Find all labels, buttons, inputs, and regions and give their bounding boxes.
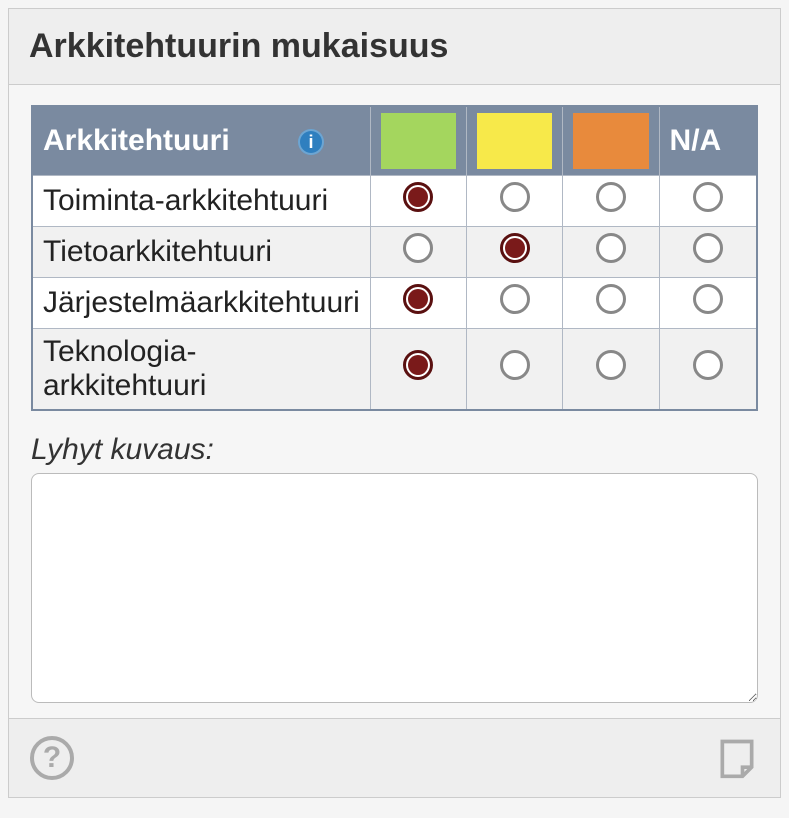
radio-yellow[interactable] — [500, 350, 530, 380]
column-header-yellow — [467, 106, 563, 176]
note-button[interactable] — [714, 735, 760, 781]
yellow-swatch — [477, 113, 552, 169]
orange-swatch — [573, 113, 648, 169]
radio-cell — [563, 278, 659, 329]
radio-cell — [467, 278, 563, 329]
row-label: Tietoarkkitehtuuri — [32, 227, 370, 278]
info-icon[interactable]: i — [298, 129, 324, 155]
row-label: Teknologia-arkkitehtuuri — [32, 329, 370, 411]
column-header-label: Arkkitehtuuri — [43, 124, 230, 157]
column-header-orange — [563, 106, 659, 176]
radio-cell — [659, 227, 757, 278]
column-header-green — [370, 106, 466, 176]
radio-na[interactable] — [693, 182, 723, 212]
radio-green[interactable] — [403, 233, 433, 263]
panel-body: Arkkitehtuuri i N/A Toiminta-arkk — [9, 84, 780, 718]
radio-yellow[interactable] — [500, 284, 530, 314]
help-button[interactable]: ? — [29, 735, 75, 781]
radio-cell — [659, 278, 757, 329]
help-icon: ? — [30, 736, 74, 780]
table-row: Toiminta-arkkitehtuuri — [32, 176, 757, 227]
radio-cell — [659, 176, 757, 227]
description-label: Lyhyt kuvaus: — [31, 433, 758, 467]
row-label: Toiminta-arkkitehtuuri — [32, 176, 370, 227]
row-label: Järjestelmäarkkitehtuuri — [32, 278, 370, 329]
column-header-na: N/A — [659, 106, 757, 176]
note-icon — [715, 736, 759, 780]
radio-na[interactable] — [693, 350, 723, 380]
radio-cell — [370, 227, 466, 278]
radio-na[interactable] — [693, 233, 723, 263]
description-textarea[interactable] — [31, 473, 758, 703]
panel-footer: ? — [9, 718, 780, 797]
radio-cell — [467, 329, 563, 411]
radio-cell — [370, 176, 466, 227]
radio-cell — [563, 329, 659, 411]
column-header-architecture: Arkkitehtuuri i — [32, 106, 370, 176]
radio-orange[interactable] — [596, 284, 626, 314]
table-row: Tietoarkkitehtuuri — [32, 227, 757, 278]
radio-cell — [370, 329, 466, 411]
radio-green[interactable] — [403, 182, 433, 212]
radio-cell — [467, 227, 563, 278]
radio-na[interactable] — [693, 284, 723, 314]
radio-cell — [563, 227, 659, 278]
architecture-compliance-panel: Arkkitehtuurin mukaisuus Arkkitehtuuri i — [8, 8, 781, 798]
table-row: Järjestelmäarkkitehtuuri — [32, 278, 757, 329]
table-row: Teknologia-arkkitehtuuri — [32, 329, 757, 411]
radio-yellow[interactable] — [500, 233, 530, 263]
radio-yellow[interactable] — [500, 182, 530, 212]
panel-title: Arkkitehtuurin mukaisuus — [9, 9, 780, 84]
radio-cell — [467, 176, 563, 227]
radio-cell — [370, 278, 466, 329]
green-swatch — [381, 113, 456, 169]
radio-orange[interactable] — [596, 182, 626, 212]
architecture-table: Arkkitehtuuri i N/A Toiminta-arkk — [31, 105, 758, 411]
radio-green[interactable] — [403, 284, 433, 314]
radio-green[interactable] — [403, 350, 433, 380]
radio-orange[interactable] — [596, 233, 626, 263]
radio-orange[interactable] — [596, 350, 626, 380]
radio-cell — [659, 329, 757, 411]
radio-cell — [563, 176, 659, 227]
